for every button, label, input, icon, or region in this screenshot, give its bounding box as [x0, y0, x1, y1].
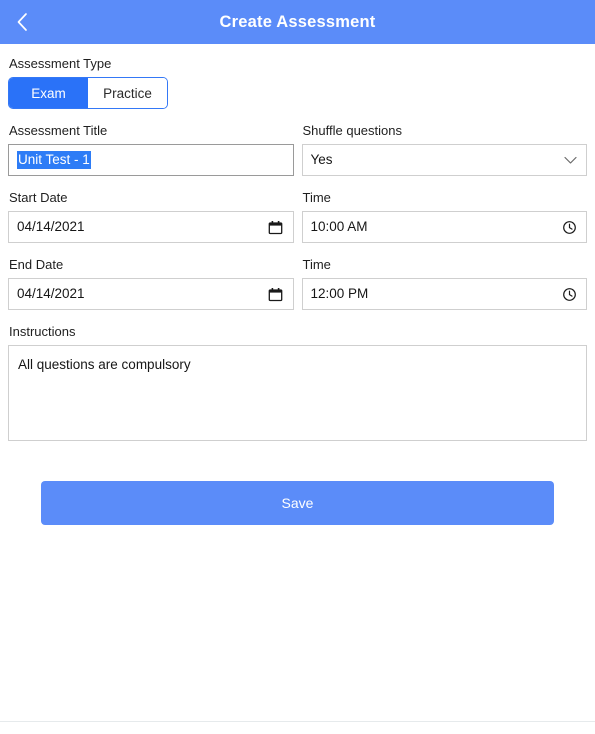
assessment-title-value: Unit Test - 1: [17, 151, 91, 169]
save-button[interactable]: Save: [41, 481, 554, 525]
save-button-container: Save: [8, 481, 587, 525]
assessment-title-group: Assessment Title Unit Test - 1: [8, 123, 294, 176]
assessment-type-segmented-control[interactable]: Exam Practice: [8, 77, 168, 109]
assessment-title-label: Assessment Title: [9, 123, 108, 138]
bottom-divider: [0, 721, 595, 722]
app-header: Create Assessment: [0, 0, 595, 44]
instructions-label: Instructions: [9, 324, 76, 339]
end-date-input[interactable]: 04/14/2021: [8, 278, 294, 310]
calendar-icon[interactable]: [267, 285, 285, 303]
instructions-group: Instructions All questions are compulsor…: [8, 324, 587, 441]
chevron-down-icon[interactable]: [562, 152, 578, 168]
end-date-group: End Date 04/14/2021: [8, 257, 294, 310]
assessment-type-label: Assessment Type: [9, 56, 112, 71]
start-time-group: Time 10:00 AM: [301, 190, 587, 243]
end-time-label: Time: [302, 257, 331, 272]
title-shuffle-row: Assessment Title Unit Test - 1 Shuffle q…: [8, 123, 587, 176]
assessment-title-selected-text: Unit Test - 1: [17, 151, 91, 169]
clock-icon[interactable]: [560, 285, 578, 303]
end-time-input[interactable]: 12:00 PM: [301, 278, 587, 310]
start-datetime-row: Start Date 04/14/2021 Time 10:00 AM: [8, 190, 587, 243]
segment-exam[interactable]: Exam: [9, 78, 88, 108]
shuffle-questions-label: Shuffle questions: [302, 123, 403, 138]
clock-icon[interactable]: [560, 218, 578, 236]
start-date-label: Start Date: [9, 190, 68, 205]
start-date-input[interactable]: 04/14/2021: [8, 211, 294, 243]
start-date-group: Start Date 04/14/2021: [8, 190, 294, 243]
start-time-label: Time: [302, 190, 331, 205]
end-date-value: 04/14/2021: [17, 286, 85, 301]
assessment-title-input[interactable]: Unit Test - 1: [8, 144, 294, 176]
back-button[interactable]: [0, 0, 44, 44]
calendar-icon[interactable]: [267, 218, 285, 236]
start-date-value: 04/14/2021: [17, 219, 85, 234]
instructions-textarea[interactable]: All questions are compulsory: [8, 345, 587, 441]
end-date-label: End Date: [9, 257, 64, 272]
segment-practice[interactable]: Practice: [88, 78, 167, 108]
end-time-group: Time 12:00 PM: [301, 257, 587, 310]
end-time-value: 12:00 PM: [310, 286, 369, 301]
instructions-value: All questions are compulsory: [18, 357, 191, 372]
chevron-left-icon: [16, 12, 28, 32]
shuffle-questions-value: Yes: [310, 152, 333, 167]
assessment-form: Assessment Type Exam Practice Assessment…: [0, 44, 595, 525]
assessment-type-section: Assessment Type Exam Practice: [8, 44, 587, 109]
start-time-input[interactable]: 10:00 AM: [301, 211, 587, 243]
page-title: Create Assessment: [219, 12, 376, 31]
shuffle-questions-group: Shuffle questions Yes: [301, 123, 587, 176]
end-datetime-row: End Date 04/14/2021 Time 12:00 PM: [8, 257, 587, 310]
start-time-value: 10:00 AM: [310, 219, 368, 234]
shuffle-questions-select[interactable]: Yes: [301, 144, 587, 176]
